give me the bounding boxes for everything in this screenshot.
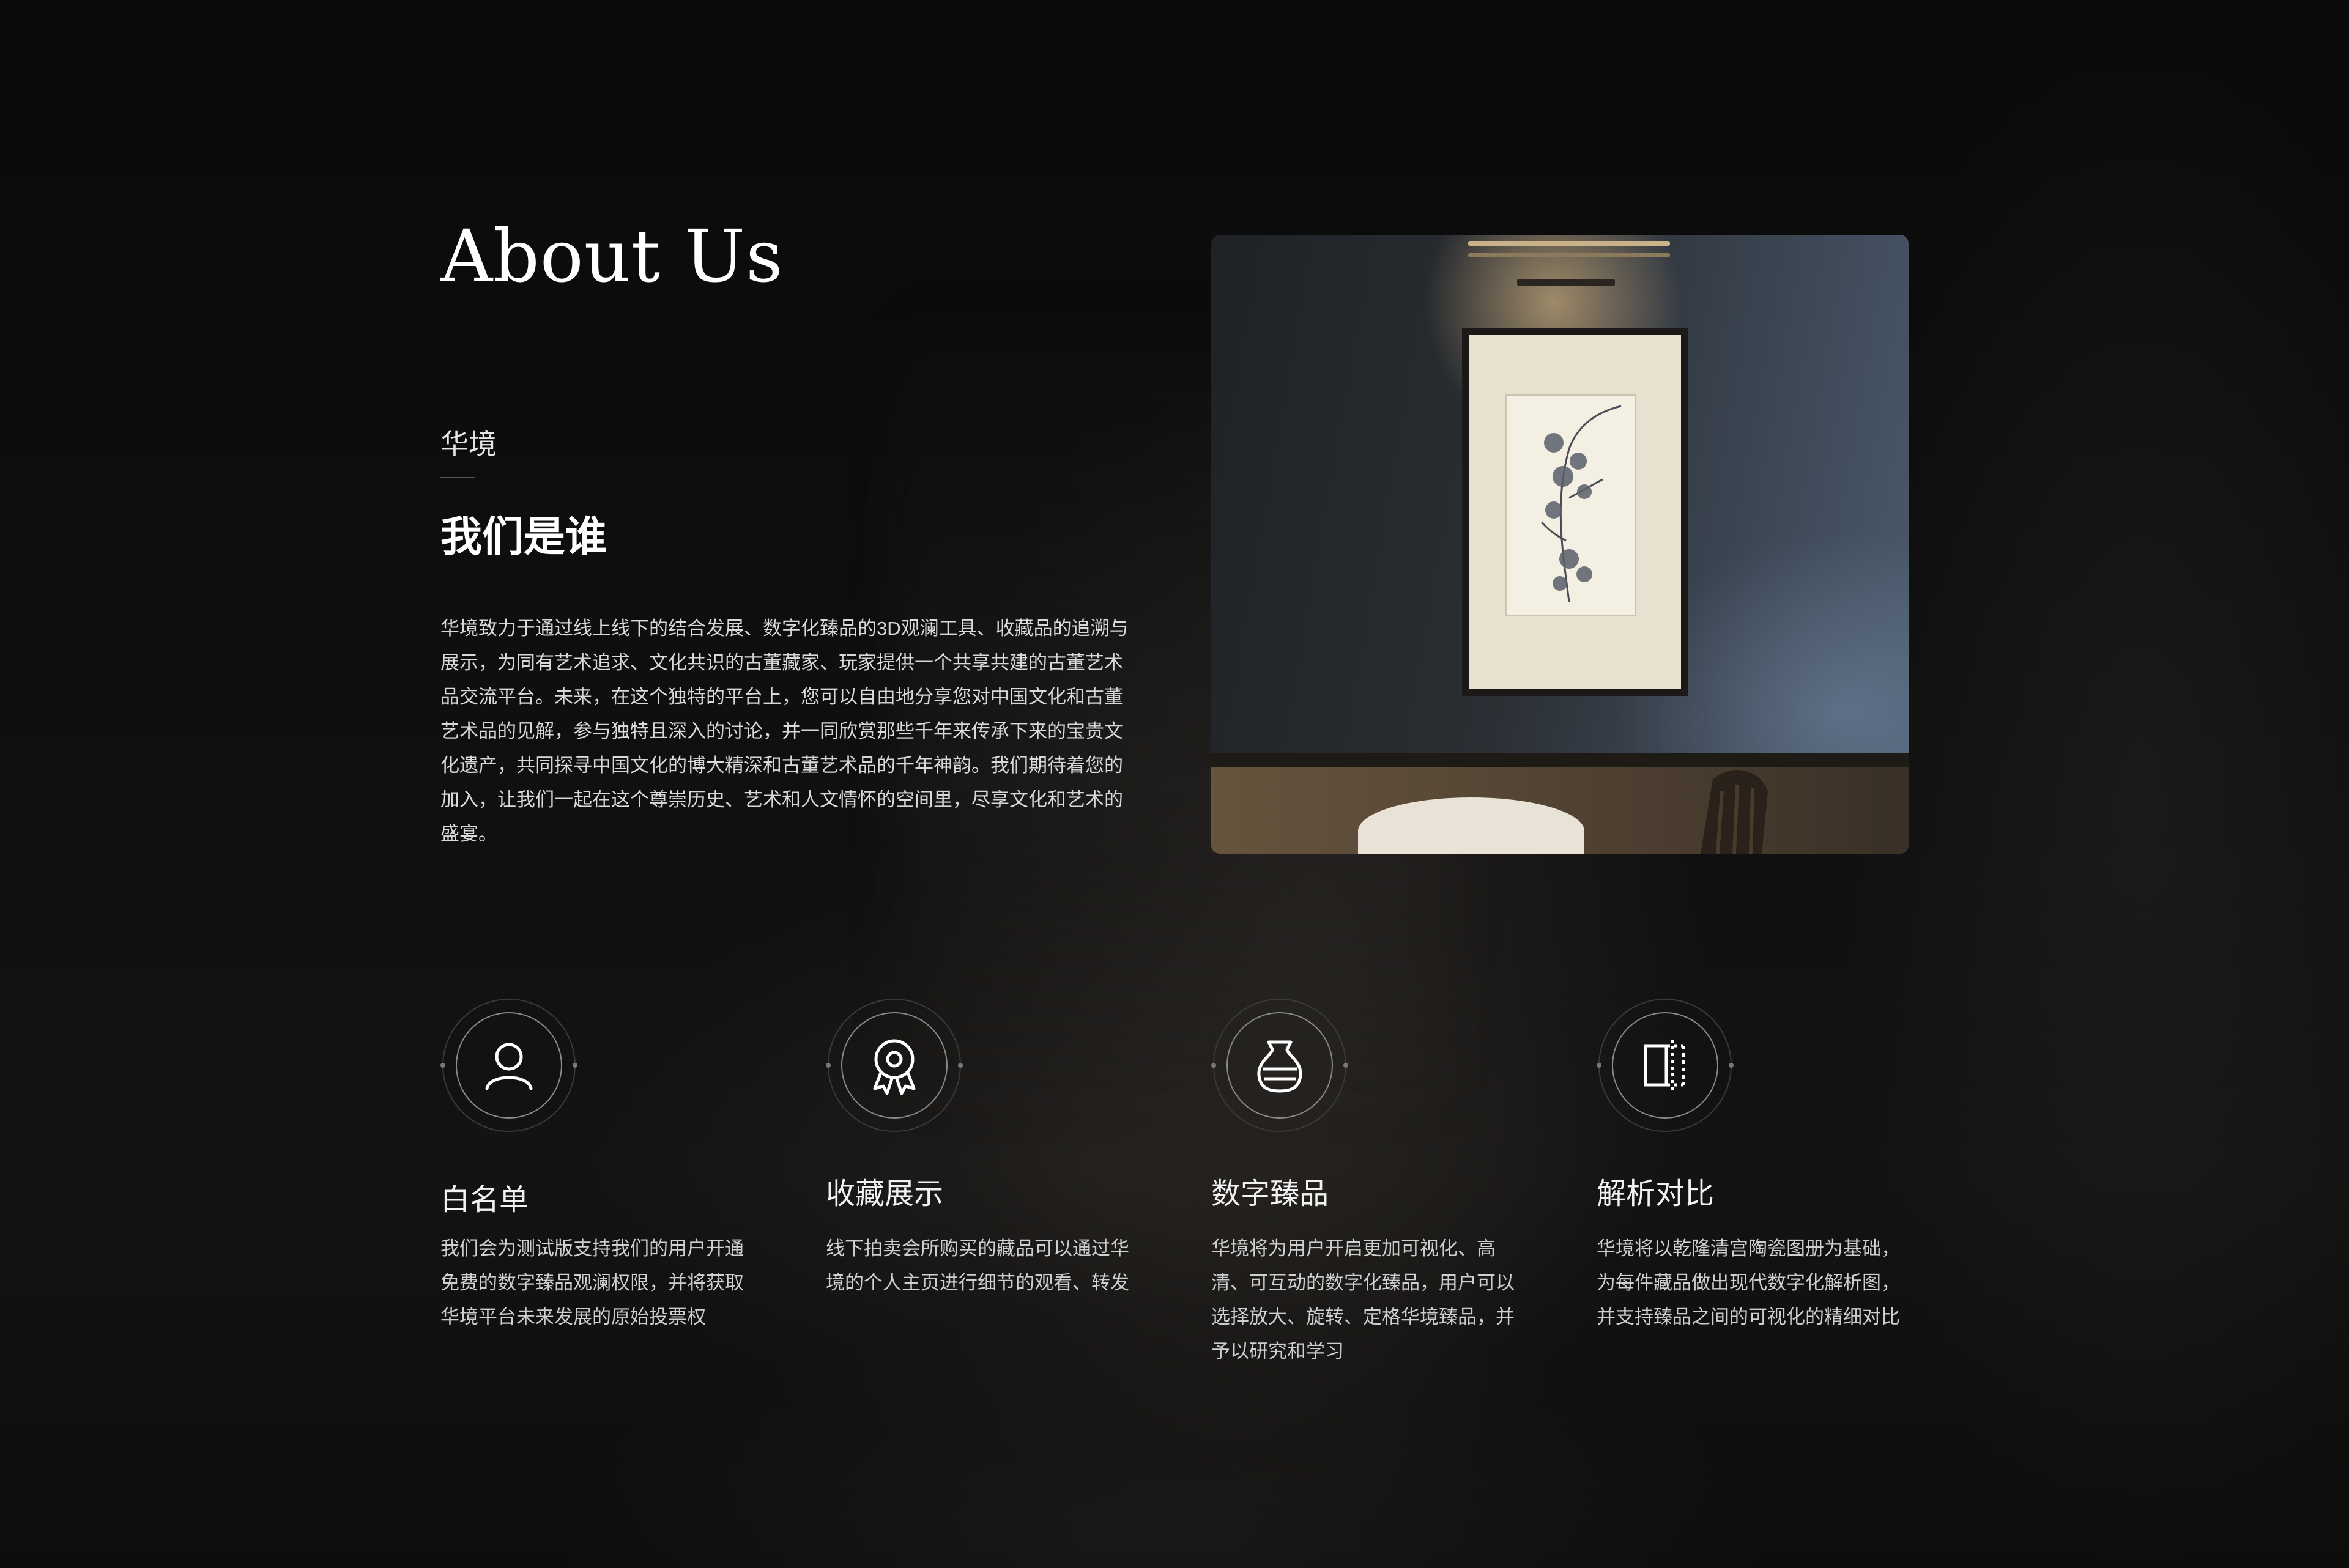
intro-paragraph: 华境致力于通过线上线下的结合发展、数字化臻品的3D观澜工具、收藏品的追溯与展示，…	[440, 618, 1129, 845]
brand-eyebrow: 华境	[440, 428, 497, 460]
eyebrow-divider	[440, 477, 475, 478]
badge-icon	[826, 999, 963, 1132]
page-title: About Us	[440, 214, 784, 298]
feature-whitelist: 白名单 我们会为测试版支持我们的用户开通免费的数字臻品观澜权限，并将获取华境平台…	[440, 997, 759, 1328]
feature-analysis-compare: 解析对比 华境将以乾隆清宫陶瓷图册为基础，为每件藏品做出现代数字化解析图，并支持…	[1597, 997, 1915, 1328]
feature-title: 数字臻品	[1211, 1178, 1329, 1210]
feature-description: 华境将以乾隆清宫陶瓷图册为基础，为每件藏品做出现代数字化解析图，并支持臻品之间的…	[1597, 1238, 1900, 1328]
vase-icon	[1211, 999, 1348, 1132]
hero-photo	[1211, 235, 1909, 854]
feature-title: 白名单	[440, 1184, 529, 1216]
compare-icon	[1597, 999, 1734, 1132]
feature-icon-frame	[440, 997, 577, 1134]
section-heading: 我们是谁	[440, 512, 607, 561]
user-icon	[440, 999, 577, 1132]
feature-icon-frame	[1597, 997, 1734, 1134]
feature-description: 华境将为用户开启更加可视化、高清、可互动的数字化臻品，用户可以选择放大、旋转、定…	[1211, 1238, 1515, 1362]
feature-icon-frame	[826, 997, 963, 1134]
feature-icon-frame	[1211, 997, 1348, 1134]
feature-description: 我们会为测试版支持我们的用户开通免费的数字臻品观澜权限，并将获取华境平台未来发展…	[440, 1238, 744, 1328]
framed-flower-sketch-photo	[1211, 241, 1909, 854]
feature-digital-treasure: 数字臻品 华境将为用户开启更加可视化、高清、可互动的数字化臻品，用户可以选择放大…	[1211, 997, 1529, 1362]
feature-description: 线下拍卖会所购买的藏品可以通过华境的个人主页进行细节的观看、转发	[826, 1238, 1129, 1293]
feature-title: 解析对比	[1597, 1178, 1715, 1210]
feature-title: 收藏展示	[826, 1178, 944, 1210]
feature-collection-display: 收藏展示 线下拍卖会所购买的藏品可以通过华境的个人主页进行细节的观看、转发	[826, 997, 1144, 1293]
